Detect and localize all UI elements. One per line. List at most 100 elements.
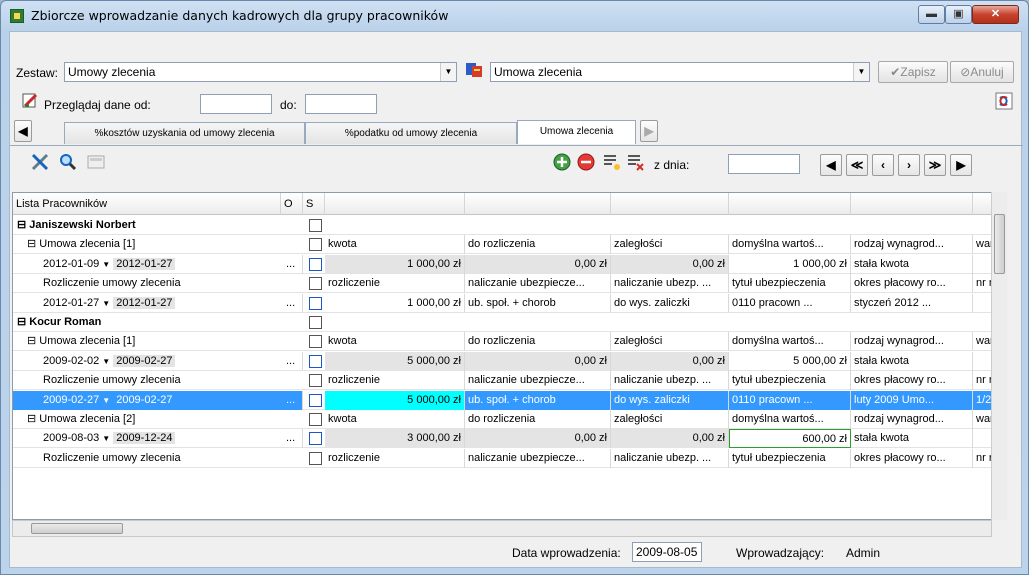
filter-add-icon[interactable] [600, 152, 624, 176]
grid-cell[interactable]: 3 000,00 zł [325, 429, 465, 449]
date-from[interactable]: 2009-08-03 [43, 432, 99, 444]
header-o[interactable]: O [281, 193, 303, 215]
table-row[interactable]: 2012-01-27 ▼ 2012-01-27... 1 000,00 zł ub. s… [13, 293, 993, 313]
tree-label[interactable]: ⊟ Umowa zlecenia [2] [13, 410, 283, 429]
grid-cell[interactable]: ub. społ. + chorob [465, 293, 611, 313]
hscroll-thumb[interactable] [31, 523, 123, 534]
date-from-input[interactable] [200, 94, 272, 114]
grid-cell[interactable]: rozliczenie [325, 274, 465, 294]
horizontal-scrollbar[interactable] [12, 520, 992, 537]
grid-cell[interactable]: rozliczenie [325, 371, 465, 391]
header-employee-list[interactable]: Lista Pracowników [13, 193, 281, 215]
z-dnia-input[interactable] [728, 154, 800, 174]
date-from[interactable]: 2012-01-27 [43, 297, 99, 309]
table-row[interactable]: 2009-02-02 ▼ 2009-02-27... 5 000,00 zł 0,00 … [13, 351, 993, 371]
grid-cell[interactable]: okres płacowy ro... [851, 448, 973, 468]
grid-cell[interactable]: styczeń 2012 ... [851, 293, 973, 313]
ellipsis-button[interactable]: ... [283, 254, 303, 274]
checkbox[interactable] [309, 316, 322, 329]
tools-icon[interactable] [28, 152, 52, 176]
grid-cell[interactable]: 0,00 zł [465, 254, 611, 274]
grid-cell[interactable]: naliczanie ubezpiecze... [465, 448, 611, 468]
grid-cell[interactable]: do wys. zaliczki [611, 390, 729, 410]
tab-podatek[interactable]: %podatku od umowy zlecenia [305, 122, 517, 144]
checkbox[interactable] [309, 277, 322, 291]
grid-cell[interactable]: luty 2009 Umo... [851, 390, 973, 410]
checkbox[interactable] [309, 413, 322, 426]
grid-cell[interactable]: 0110 pracown ... [729, 390, 851, 410]
table-row[interactable]: ⊟ Kocur Roman [13, 313, 993, 332]
nav-next-button[interactable]: › [898, 154, 920, 176]
grid-cell[interactable]: zaległości [611, 235, 729, 255]
tree-label[interactable]: ⊟ Umowa zlecenia [1] [13, 235, 283, 254]
grid-cell[interactable]: ub. społ. + chorob [465, 390, 611, 410]
grid-cell[interactable]: rodzaj wynagrod... [851, 410, 973, 429]
grid-cell[interactable]: naliczanie ubezpiecze... [465, 274, 611, 294]
grid-cell[interactable]: do rozliczenia [465, 235, 611, 255]
grid-cell[interactable]: 0,00 zł [611, 351, 729, 371]
employee-grid[interactable]: Lista Pracowników O S ⊟ Janiszewski Norb… [12, 192, 1007, 520]
nav-next-page-button[interactable]: ≫ [924, 154, 946, 176]
checkbox[interactable] [309, 335, 322, 349]
date-from[interactable]: 2009-02-27 [43, 394, 99, 406]
set-select[interactable]: Umowy zlecenia ▼ [64, 62, 457, 82]
ellipsis-button[interactable]: ... [283, 390, 303, 410]
tree-label[interactable]: ⊟ Kocur Roman [13, 313, 283, 332]
grid-cell[interactable]: rodzaj wynagrod... [851, 235, 973, 255]
grid-cell[interactable]: 1 000,00 zł [325, 254, 465, 274]
grid-cell[interactable]: tytuł ubezpieczenia [729, 274, 851, 294]
date-range[interactable]: 2009-08-03 ▼ 2009-12-24 [13, 429, 283, 448]
checkbox[interactable] [309, 432, 322, 446]
grid-cell[interactable]: naliczanie ubezp. ... [611, 371, 729, 391]
grid-cell[interactable]: do rozliczenia [465, 410, 611, 429]
date-to[interactable]: 2009-02-27 [113, 393, 176, 406]
grid-cell[interactable]: domyślna wartoś... [729, 410, 851, 429]
tab-umowa[interactable]: Umowa zlecenia [517, 120, 636, 144]
date-to-input[interactable] [305, 94, 377, 114]
table-row[interactable]: ⊟ Umowa zlecenia [1] kwota do rozliczenia z… [13, 332, 994, 352]
chevron-down-icon[interactable]: ▼ [102, 353, 110, 371]
grid-cell[interactable]: 5 000,00 zł [325, 390, 465, 410]
grid-cell[interactable]: 1 000,00 zł [325, 293, 465, 313]
table-row[interactable]: 2009-08-03 ▼ 2009-12-24... 3 000,00 zł 0,00 … [13, 429, 993, 449]
date-range[interactable]: 2009-02-02 ▼ 2009-02-27 [13, 352, 283, 371]
grid-cell[interactable]: kwota [325, 410, 465, 429]
grid-cell[interactable]: zaległości [611, 410, 729, 429]
grid-cell[interactable]: 0,00 zł [465, 351, 611, 371]
grid-cell[interactable]: zaległości [611, 332, 729, 352]
grid-cell[interactable]: stała kwota [851, 351, 973, 371]
table-row[interactable]: ⊟ Umowa zlecenia [1] kwota do rozliczenia z… [13, 235, 994, 255]
table-row[interactable]: 2012-01-09 ▼ 2012-01-27... 1 000,00 zł 0,00 … [13, 254, 993, 274]
nav-first-button[interactable]: ◀ [820, 154, 842, 176]
refresh-icon[interactable] [992, 92, 1016, 116]
minimize-button[interactable]: ▬ [918, 5, 945, 24]
checkbox[interactable] [309, 354, 322, 368]
chevron-down-icon[interactable]: ▼ [102, 430, 110, 448]
grid-cell[interactable]: tytuł ubezpieczenia [729, 448, 851, 468]
copy-set-icon[interactable] [462, 60, 486, 84]
ellipsis-button[interactable]: ... [283, 351, 303, 371]
checkbox[interactable] [309, 393, 322, 407]
grid-cell[interactable]: 0110 pracown ... [729, 293, 851, 313]
checkbox[interactable] [309, 219, 322, 232]
table-row[interactable]: Rozliczenie umowy zlecenia rozliczenie nal… [13, 371, 999, 391]
grid-cell[interactable]: okres płacowy ro... [851, 371, 973, 391]
ellipsis-button[interactable]: ... [283, 429, 303, 449]
tab-koszty[interactable]: %kosztów uzyskania od umowy zlecenia [64, 122, 305, 144]
ellipsis-button[interactable]: ... [283, 293, 303, 313]
grid-cell[interactable]: 5 000,00 zł [325, 351, 465, 371]
grid-cell[interactable]: 1 000,00 zł [729, 254, 851, 274]
date-to[interactable]: 2012-01-27 [113, 257, 176, 270]
tree-label[interactable]: Rozliczenie umowy zlecenia [13, 274, 283, 293]
grid-cell[interactable]: do rozliczenia [465, 332, 611, 352]
date-range[interactable]: 2009-02-27 ▼ 2009-02-27 [13, 390, 283, 410]
nav-prev-page-button[interactable]: ≪ [846, 154, 868, 176]
tree-label[interactable]: Rozliczenie umowy zlecenia [13, 449, 283, 468]
remove-icon[interactable] [574, 152, 598, 176]
grid-cell[interactable]: tytuł ubezpieczenia [729, 371, 851, 391]
table-row[interactable]: ⊟ Umowa zlecenia [2] kwota do rozliczenia z… [13, 410, 994, 429]
add-icon[interactable] [550, 152, 574, 176]
calculator-icon[interactable] [84, 152, 108, 176]
checkbox[interactable] [309, 238, 322, 252]
grid-cell[interactable]: 600,00 zł [729, 429, 851, 449]
